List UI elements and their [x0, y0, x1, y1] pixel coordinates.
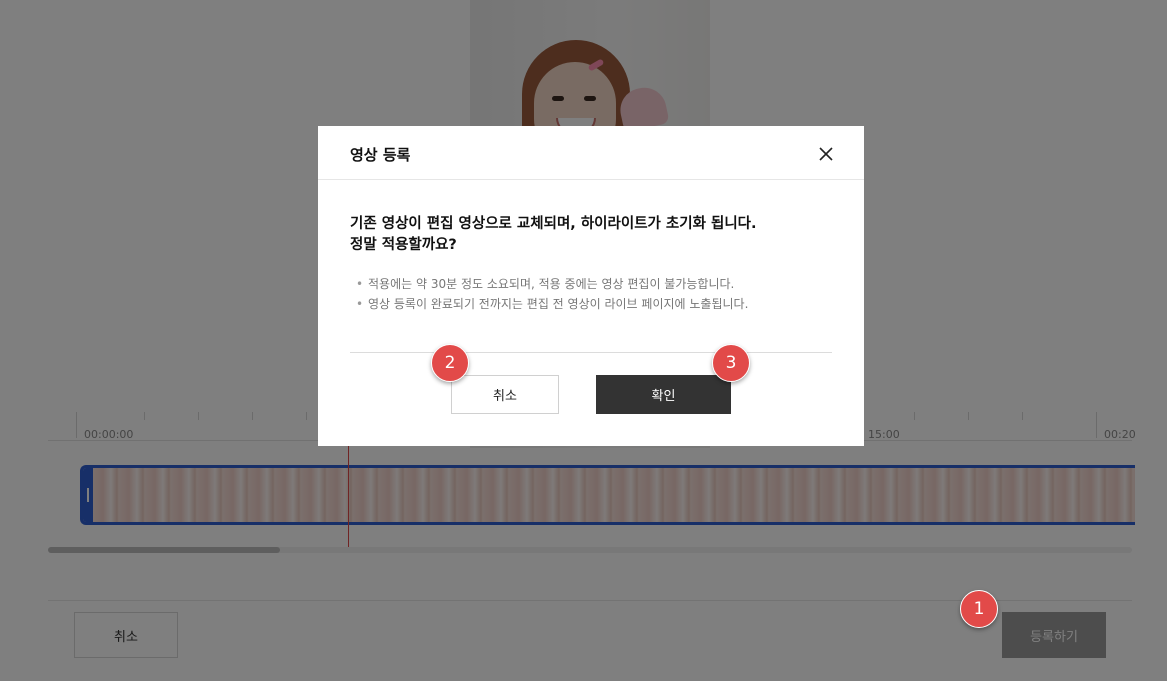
dialog-header: 영상 등록 [318, 126, 864, 180]
note-item: 적용에는 약 30분 정도 소요되며, 적용 중에는 영상 편집이 불가능합니다… [356, 274, 836, 294]
question-line: 기존 영상이 편집 영상으로 교체되며, 하이라이트가 초기화 됩니다. [350, 216, 757, 232]
note-item: 영상 등록이 완료되기 전까지는 편집 전 영상이 라이브 페이지에 노출됩니다… [356, 294, 836, 314]
dialog-question: 기존 영상이 편집 영상으로 교체되며, 하이라이트가 초기화 됩니다. 정말 … [350, 214, 830, 256]
close-icon[interactable] [814, 142, 838, 166]
dialog-cancel-button[interactable]: 취소 [451, 375, 559, 414]
dialog-confirm-button[interactable]: 확인 [596, 375, 731, 414]
question-line: 정말 적용할까요? [350, 237, 457, 253]
close-icon-glyph [819, 147, 833, 161]
dialog-notes: 적용에는 약 30분 정도 소요되며, 적용 중에는 영상 편집이 불가능합니다… [356, 274, 836, 314]
annotation-badge: 2 [431, 344, 469, 382]
dialog-title: 영상 등록 [350, 146, 411, 164]
annotation-badge: 1 [960, 590, 998, 628]
dialog-divider [350, 352, 832, 353]
annotation-badge: 3 [712, 344, 750, 382]
register-video-dialog: 영상 등록 기존 영상이 편집 영상으로 교체되며, 하이라이트가 초기화 됩니… [318, 126, 864, 446]
